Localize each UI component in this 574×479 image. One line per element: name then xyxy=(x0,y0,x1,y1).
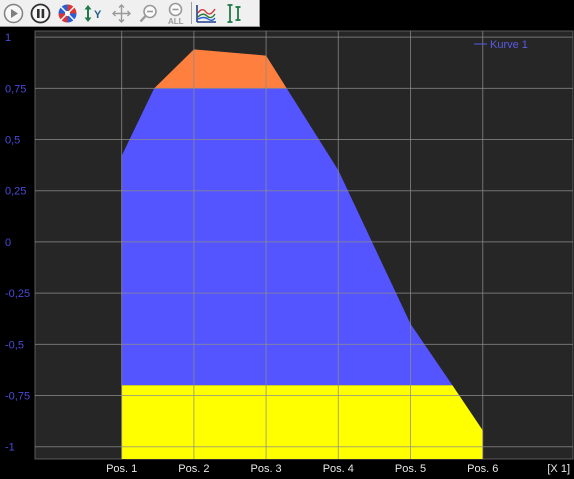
pause-button[interactable] xyxy=(29,2,52,25)
x-tick-label: Pos. 6 xyxy=(467,463,498,475)
zoom-out-button[interactable] xyxy=(137,2,160,25)
curves-button[interactable] xyxy=(195,2,218,25)
y-tick-label: 0,25 xyxy=(5,186,26,198)
pause-icon xyxy=(30,3,51,23)
y-tick-label: 1 xyxy=(5,32,11,44)
curves-icon xyxy=(196,4,216,23)
move-icon xyxy=(112,3,131,23)
play-icon xyxy=(3,3,24,23)
y-tick-label: -0,25 xyxy=(5,288,30,300)
toolbar: Y ALL xyxy=(0,0,260,27)
y-tick-label: 0,5 xyxy=(5,135,20,147)
x-unit-label: [X 1] xyxy=(547,463,570,475)
zoom-all-icon: ALL xyxy=(168,2,184,25)
play-button[interactable] xyxy=(2,2,25,25)
cursor-button[interactable] xyxy=(222,2,245,25)
color-wheel-button[interactable] xyxy=(56,2,79,25)
scale-y-icon: Y xyxy=(84,4,102,22)
legend-label: Kurve 1 xyxy=(490,39,528,51)
move-button[interactable] xyxy=(110,2,133,25)
x-axis-ticks: Pos. 1 Pos. 2 Pos. 3 Pos. 4 Pos. 5 Pos. 6 xyxy=(106,463,498,475)
scale-y-button[interactable]: Y xyxy=(83,2,106,25)
zoom-out-icon xyxy=(139,4,157,22)
zoom-all-button[interactable]: ALL xyxy=(164,2,187,25)
x-tick-label: Pos. 4 xyxy=(323,463,354,475)
scale-y-label: Y xyxy=(94,9,102,21)
y-tick-label: 0 xyxy=(5,237,11,249)
color-wheel-icon xyxy=(58,4,77,22)
cursor-icon xyxy=(227,3,241,23)
y-tick-label: -0,75 xyxy=(5,391,30,403)
y-axis-ticks: 1 0,75 0,5 0,25 0 -0,25 -0,5 -0,75 -1 xyxy=(5,32,30,454)
toolbar-separator xyxy=(191,2,192,24)
y-tick-label: -0,5 xyxy=(5,339,24,351)
zoom-all-label: ALL xyxy=(168,17,184,25)
chart: 10,750,50,250-0,25-0,5-0,75-1 Pos. 1 Pos.… xyxy=(5,30,574,475)
y-tick-label: -1 xyxy=(5,442,15,454)
x-tick-label: Pos. 3 xyxy=(250,463,281,475)
x-tick-label: Pos. 1 xyxy=(106,463,137,475)
x-tick-label: Pos. 5 xyxy=(395,463,426,475)
x-tick-label: Pos. 2 xyxy=(178,463,209,475)
y-tick-label: 0,75 xyxy=(5,83,26,95)
